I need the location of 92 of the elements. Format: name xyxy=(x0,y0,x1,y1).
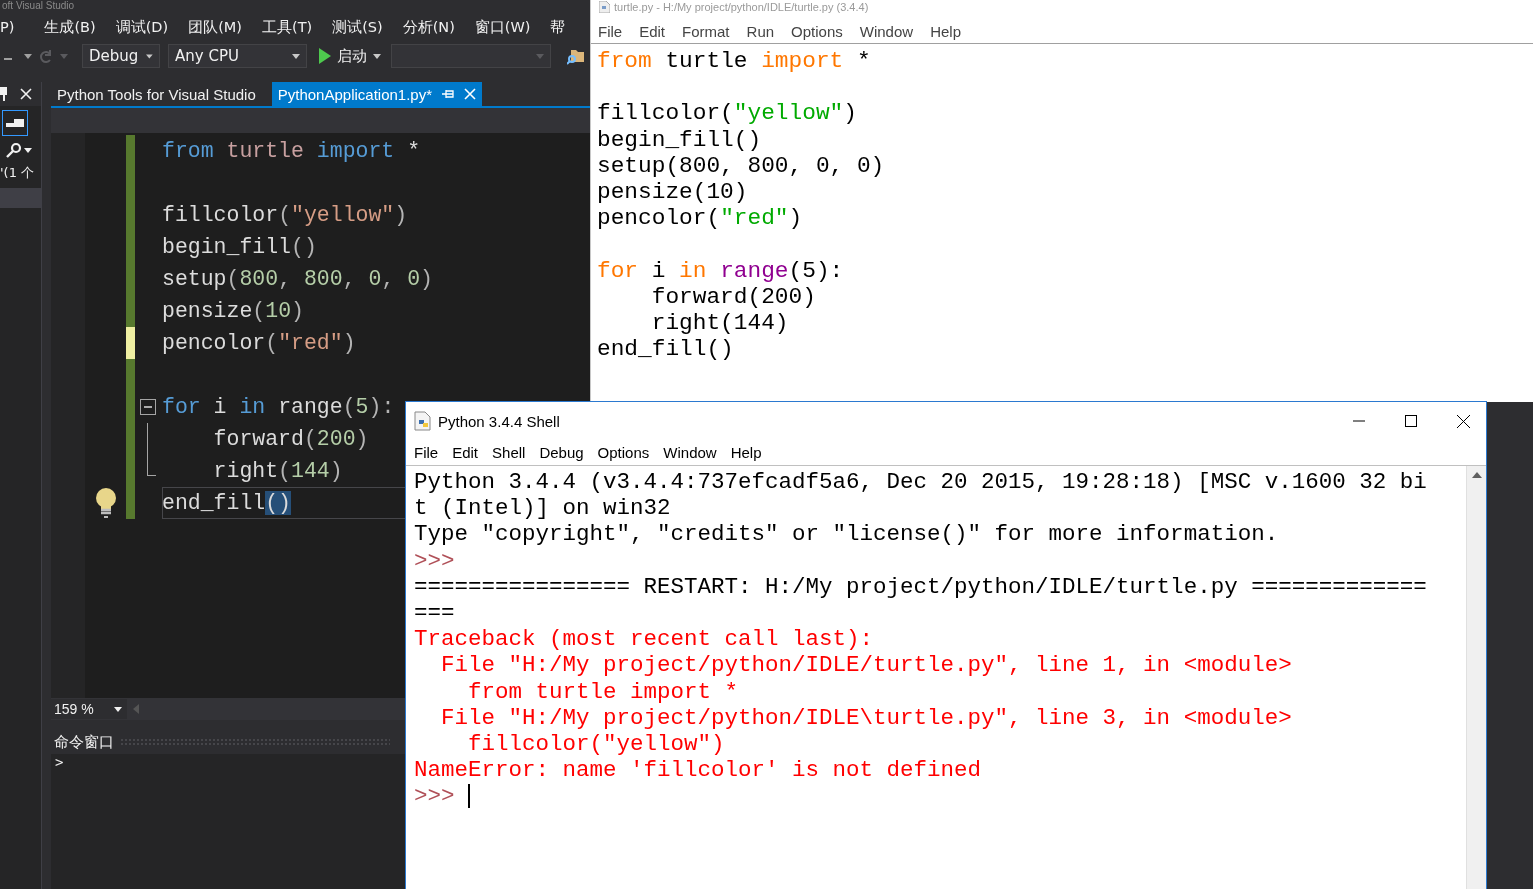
menu-item[interactable]: Debug xyxy=(539,444,584,461)
item-count: '(1 个 xyxy=(0,164,35,182)
scroll-up-icon[interactable] xyxy=(1471,472,1482,478)
code-line: setup(800, 800, 0, 0) xyxy=(597,152,885,179)
console-line: >>> xyxy=(414,547,456,574)
menu-item[interactable]: Options xyxy=(791,22,843,40)
lightbulb-icon[interactable] xyxy=(94,487,117,519)
close-icon xyxy=(1456,414,1470,428)
start-button[interactable]: 启动 xyxy=(315,46,385,66)
menu-item[interactable]: Edit xyxy=(639,22,666,40)
code-line: from turtle import * xyxy=(162,138,422,165)
menu-item[interactable]: 调试(D) xyxy=(105,17,179,37)
code-line: forward(200) xyxy=(212,426,370,453)
code-line: fillcolor("yellow") xyxy=(597,100,857,127)
caret-icon xyxy=(24,53,32,59)
console-line: ================ RESTART: H:/My project/python/IDLE/turtle.py ============= xyxy=(414,573,1428,600)
code-line: pensize(10) xyxy=(162,298,305,325)
menu-item[interactable]: Help xyxy=(930,22,961,40)
code-line: for i in range(5): xyxy=(597,257,844,284)
console-line: Python 3.4.4 (v3.4.4:737efcadf5a6, Dec 20 2015, 19:28:18) [MSC v.1600 32 bi xyxy=(414,469,1428,496)
close-icon[interactable] xyxy=(20,88,32,100)
code-line: for i in range(5): xyxy=(162,394,396,421)
menu-item[interactable]: Edit xyxy=(452,444,479,461)
console-line: t (Intel)] on win32 xyxy=(414,495,672,522)
folder-search-icon[interactable] xyxy=(567,47,585,65)
code-line: forward(200) xyxy=(650,283,816,310)
console-line: NameError: name 'fillcolor' is not defined xyxy=(414,757,983,784)
command-prompt: > xyxy=(55,754,64,770)
code-line: fillcolor("yellow") xyxy=(162,202,409,229)
console-line: Type "copyright", "credits" or "license()" for more information. xyxy=(414,521,1280,548)
menu-item[interactable]: 工具(T) xyxy=(252,17,323,37)
pin-icon[interactable] xyxy=(0,87,8,101)
menu-item[interactable]: 帮 xyxy=(540,17,565,37)
menu-item[interactable]: 测试(S) xyxy=(322,17,393,37)
window-title: Python 3.4.4 Shell xyxy=(438,412,561,430)
python-file-icon xyxy=(599,1,610,13)
zoom-dropdown[interactable]: 159 % xyxy=(51,699,127,719)
scrollbar[interactable] xyxy=(1466,466,1486,889)
caret-icon xyxy=(60,53,68,59)
caret-icon xyxy=(24,147,32,153)
console-line: Traceback (most recent call last): xyxy=(414,626,875,653)
panel-title: 命令窗口 xyxy=(54,732,114,752)
code-line: pencolor("red") xyxy=(162,330,357,357)
code-line: begin_fill() xyxy=(597,126,762,153)
console-line: fillcolor("yellow") xyxy=(467,730,726,758)
caret-icon xyxy=(373,53,381,59)
layout-icon xyxy=(6,119,24,127)
caret-icon xyxy=(292,53,300,59)
code-line: pencolor("red") xyxy=(597,205,803,232)
menu-item[interactable]: File xyxy=(598,22,623,40)
menu-item[interactable]: Window xyxy=(663,444,717,461)
toggle-button[interactable] xyxy=(2,110,28,136)
drag-grip[interactable] xyxy=(120,738,390,746)
search-icon xyxy=(6,142,22,158)
code-line: right(144) xyxy=(650,309,789,337)
python-file-icon xyxy=(414,411,432,431)
configuration-dropdown[interactable]: Debug xyxy=(82,44,160,68)
search-button[interactable] xyxy=(6,142,32,158)
code-line: pensize(10) xyxy=(597,178,748,206)
play-icon xyxy=(319,48,331,64)
menu-item[interactable]: 生成(B) xyxy=(34,17,106,37)
code-line: end_fill() xyxy=(597,336,734,363)
menu-item[interactable]: Shell xyxy=(492,444,526,461)
caret-icon xyxy=(146,53,153,59)
editor-tab[interactable]: Python Tools for Visual Studio xyxy=(51,82,262,106)
console-line: >>> xyxy=(414,783,456,810)
caret-icon xyxy=(114,706,122,712)
menu-item[interactable]: 窗口(W) xyxy=(464,17,541,37)
menu-item[interactable]: Format xyxy=(682,22,730,40)
console-line: File "H:/My project/python/IDLE/turtle.py", line 1, in <module> xyxy=(440,652,1293,679)
collapse-icon[interactable] xyxy=(140,399,156,415)
menu-item[interactable]: 分析(N) xyxy=(392,17,465,37)
menu-item[interactable]: Help xyxy=(730,444,762,461)
platform-dropdown[interactable]: Any CPU xyxy=(168,44,307,68)
console-line: File "H:/My project/python/IDLE\turtle.py", line 3, in <module> xyxy=(440,704,1293,731)
code-line: from turtle import * xyxy=(597,48,871,75)
code-line: begin_fill() xyxy=(162,234,318,261)
window-title: turtle.py - H:/My project/python/IDLE/turtle.py (3.4.4) xyxy=(614,1,869,13)
maximize-icon xyxy=(1405,415,1417,427)
menu-item[interactable]: Window xyxy=(859,22,914,40)
menu-item[interactable]: Run xyxy=(746,22,775,40)
console-line: from turtle import * xyxy=(467,678,740,705)
menu-item[interactable]: Options xyxy=(597,444,650,461)
menu-item[interactable]: 团队(M) xyxy=(178,17,252,37)
minimize-icon xyxy=(1353,420,1365,422)
menu-item[interactable]: P) xyxy=(0,19,35,35)
menu-item[interactable]: File xyxy=(414,444,439,461)
code-line: setup(800, 800, 0, 0) xyxy=(162,266,434,293)
console-line: === xyxy=(414,599,456,627)
code-line: right(144) xyxy=(212,458,344,485)
caret-icon xyxy=(536,53,544,59)
window-title: oft Visual Studio xyxy=(1,0,75,12)
